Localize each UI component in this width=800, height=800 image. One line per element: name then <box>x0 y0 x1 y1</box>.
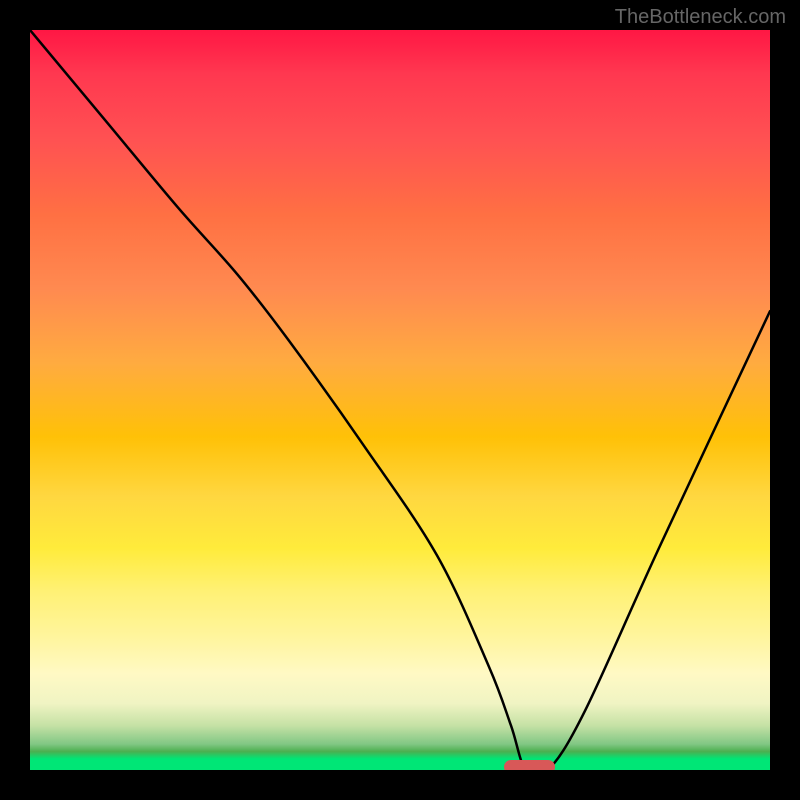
watermark-text: TheBottleneck.com <box>615 6 786 29</box>
optimal-range-marker <box>504 760 556 770</box>
chart-curve-svg <box>30 30 770 770</box>
chart-plot-area <box>30 30 770 770</box>
bottleneck-curve-path <box>30 30 770 770</box>
